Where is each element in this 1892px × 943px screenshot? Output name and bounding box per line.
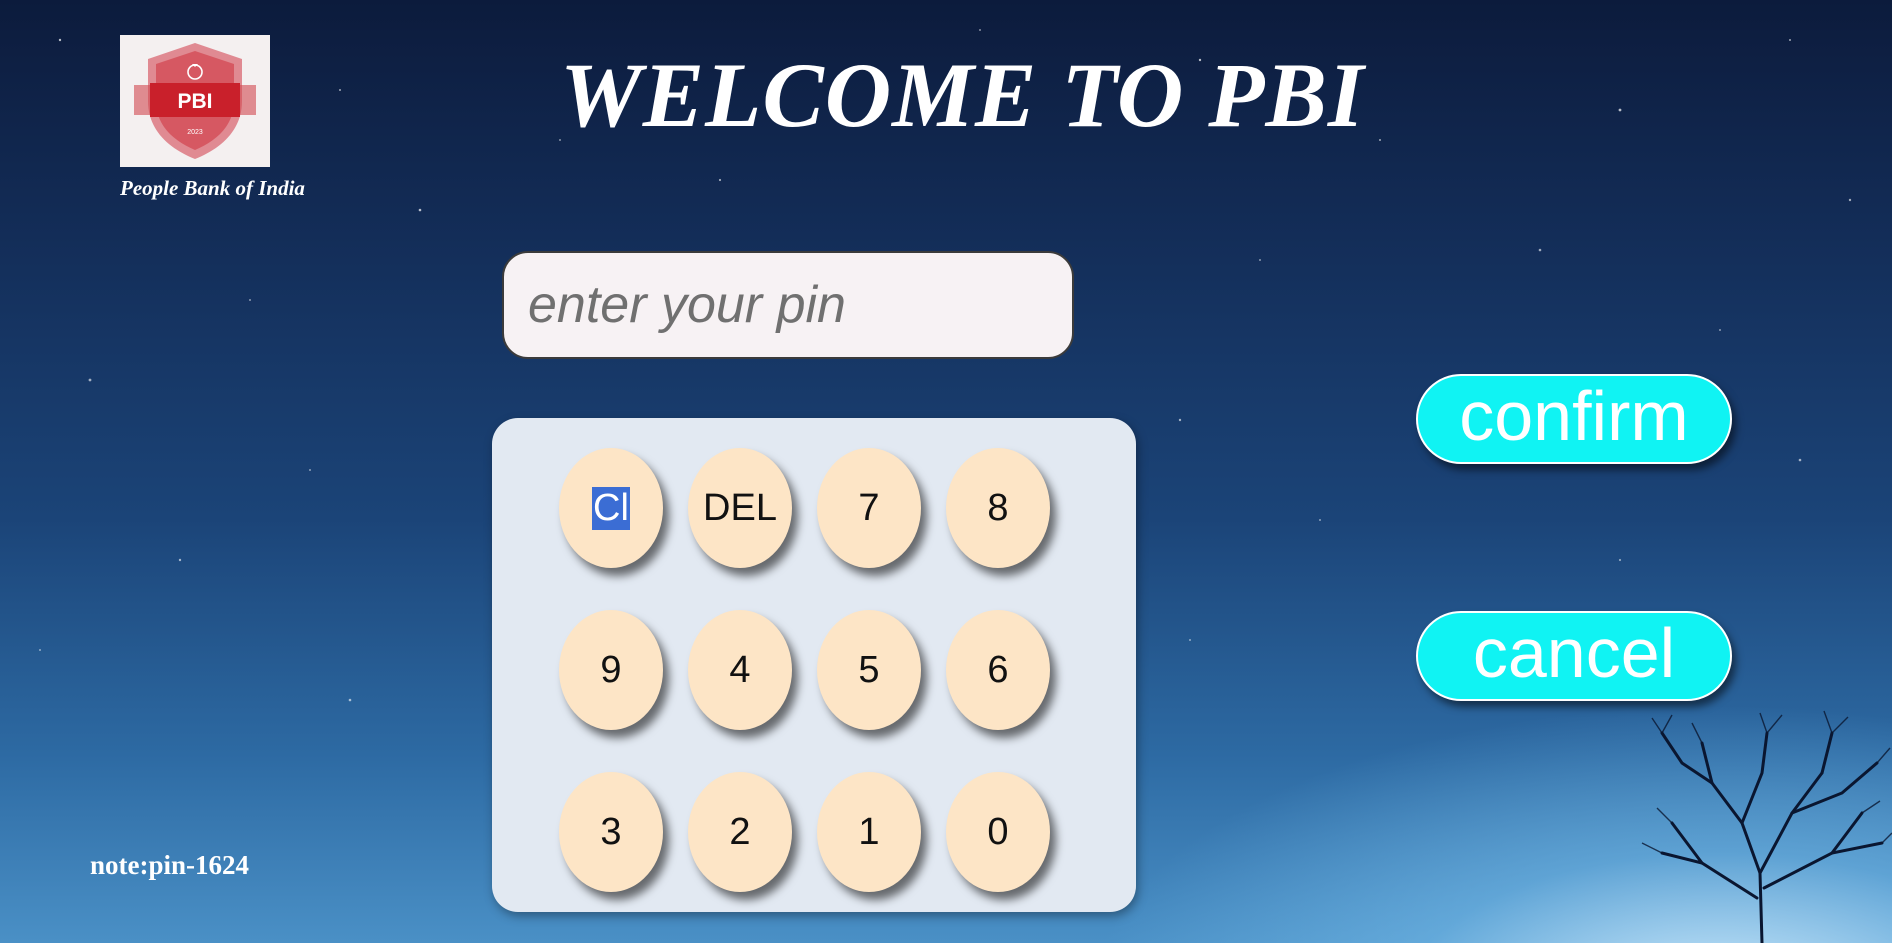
- key-4[interactable]: 4: [688, 610, 792, 730]
- key-3[interactable]: 3: [559, 772, 663, 892]
- bank-logo: PBI 2023: [120, 35, 270, 167]
- key-clear[interactable]: Cl: [559, 448, 663, 568]
- bank-name: People Bank of India: [120, 176, 305, 200]
- confirm-button[interactable]: confirm: [1416, 374, 1732, 464]
- key-5[interactable]: 5: [817, 610, 921, 730]
- logo-text: PBI: [177, 90, 212, 113]
- page-title: WELCOME TO PBI: [560, 44, 1365, 146]
- bank-logo-emblem: PBI 2023: [134, 43, 256, 159]
- cancel-button[interactable]: cancel: [1416, 611, 1732, 701]
- keypad-panel: Cl DEL 7 8 9 4 5 6 3 2 1 0: [492, 418, 1136, 912]
- key-1[interactable]: 1: [817, 772, 921, 892]
- key-2[interactable]: 2: [688, 772, 792, 892]
- key-9[interactable]: 9: [559, 610, 663, 730]
- key-0[interactable]: 0: [946, 772, 1050, 892]
- key-6[interactable]: 6: [946, 610, 1050, 730]
- logo-year: 2023: [187, 129, 203, 136]
- pin-note: note:pin-1624: [90, 850, 250, 880]
- pin-input[interactable]: [502, 251, 1074, 359]
- tree-silhouette: [1641, 710, 1892, 943]
- key-delete[interactable]: DEL: [688, 448, 792, 568]
- key-clear-label: Cl: [592, 486, 630, 530]
- key-7[interactable]: 7: [817, 448, 921, 568]
- key-8[interactable]: 8: [946, 448, 1050, 568]
